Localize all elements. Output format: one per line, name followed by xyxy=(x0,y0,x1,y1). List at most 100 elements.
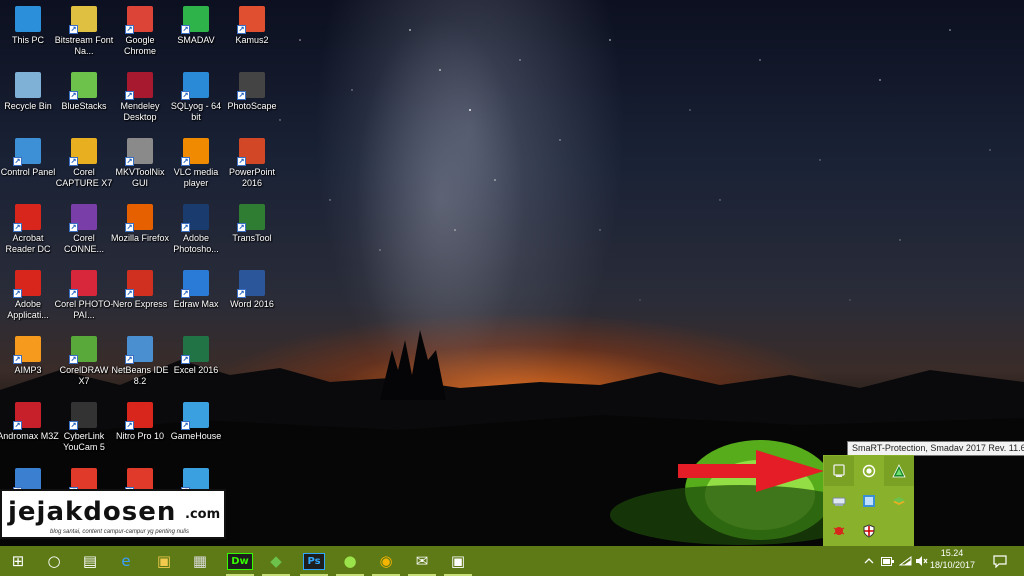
desktop-icon-mkvtoolnix[interactable]: ↗ MKVToolNix GUI xyxy=(112,134,168,196)
desktop-icon-label: CyberLink YouCam 5 xyxy=(63,431,105,452)
desktop-icon-label: NetBeans IDE 8.2 xyxy=(111,365,169,386)
battery-status[interactable] xyxy=(880,553,894,569)
desktop-icon-label: Edraw Max xyxy=(173,299,219,309)
nero-icon: ↗ xyxy=(125,270,153,298)
desktop-icon-label: MKVToolNix GUI xyxy=(115,167,165,188)
desktop-icon-word[interactable]: ↗ Word 2016 xyxy=(224,266,280,328)
mendeley-icon: ↗ xyxy=(125,72,153,100)
shortcut-arrow-icon: ↗ xyxy=(69,355,78,364)
desktop-icon-photoscape[interactable]: ↗ PhotoScape xyxy=(224,68,280,130)
taskbar-mail-button[interactable]: ✉ xyxy=(404,546,440,576)
andromax-icon: ↗ xyxy=(13,402,41,430)
tray-item-shield[interactable] xyxy=(854,516,884,546)
desktop-icon-kamus[interactable]: ↗ Kamus2 xyxy=(224,2,280,64)
taskbar-bluestacks-taskbar-button[interactable]: ◆ xyxy=(258,546,294,576)
desktop-icon-vlc[interactable]: ↗ VLC media player xyxy=(168,134,224,196)
shortcut-arrow-icon: ↗ xyxy=(69,223,78,232)
desktop-icon-firefox[interactable]: ↗ Mozilla Firefox xyxy=(111,200,169,262)
desktop-icon-edraw[interactable]: ↗ Edraw Max xyxy=(168,266,224,328)
desktop-icon-label: PowerPoint 2016 xyxy=(228,167,276,188)
desktop-icon-powerpoint[interactable]: ↗ PowerPoint 2016 xyxy=(224,134,280,196)
shortcut-arrow-icon: ↗ xyxy=(125,25,134,34)
volume-control[interactable] xyxy=(914,553,928,569)
desktop-icon-nitro[interactable]: ↗ Nitro Pro 10 xyxy=(112,398,168,460)
youcam-icon: ↗ xyxy=(69,402,97,430)
taskbar-android-button[interactable]: ● xyxy=(332,546,368,576)
tray-item-smadav[interactable] xyxy=(884,456,914,486)
desktop-icon-photoshop[interactable]: ↗ Adobe Photosho... xyxy=(168,200,224,262)
wifi-status[interactable] xyxy=(898,553,912,569)
desktop-icon-label: Google Chrome xyxy=(123,35,156,56)
desktop-icon-label: Corel CAPTURE X7 xyxy=(55,167,113,188)
windows-app-icon xyxy=(863,495,875,507)
taskbar-clock[interactable]: 15.24 18/10/2017 xyxy=(930,547,976,571)
clock-date: 18/10/2017 xyxy=(930,560,976,570)
desktop-icon-andromax[interactable]: ↗ Andromax M3Z xyxy=(0,398,59,460)
desktop-icon-label: Corel PHOTO-PAI... xyxy=(54,299,114,320)
taskbar-chrome-taskbar-button[interactable]: ◉ xyxy=(368,546,404,576)
desktop-icon-mendeley[interactable]: ↗ Mendeley Desktop xyxy=(112,68,168,130)
tray-item-windows-app[interactable] xyxy=(854,486,884,516)
desktop-icon-label: TransTool xyxy=(232,233,272,243)
kamus-icon: ↗ xyxy=(237,6,265,34)
tray-item-network-drive[interactable] xyxy=(824,486,854,516)
desktop-icon-sqlyog[interactable]: ↗ SQLyog - 64 bit xyxy=(168,68,224,130)
desktop-icon-control-panel[interactable]: ↗ Control Panel xyxy=(0,134,56,196)
desktop-icon-aimp[interactable]: ↗ AIMP3 xyxy=(0,332,56,394)
desktop-icon-bluestacks[interactable]: ↗ BlueStacks xyxy=(56,68,112,130)
smadav-icon: ↗ xyxy=(181,6,209,34)
bluestacks-icon: ↗ xyxy=(69,72,97,100)
desktop-icon-corel-connect[interactable]: ↗ Corel CONNE... xyxy=(56,200,112,262)
taskbar-start-button[interactable]: ⊞ xyxy=(0,546,36,576)
tray-item-tablet-mode[interactable] xyxy=(824,456,854,486)
desktop-icon-gamehouse[interactable]: ↗ GameHouse xyxy=(168,398,224,460)
mail-icon: ✉ xyxy=(415,552,429,570)
desktop-icon-label: Nitro Pro 10 xyxy=(115,431,165,441)
desktop-icon-adobe-application-manager[interactable]: ↗ Adobe Applicati... xyxy=(0,266,56,328)
desktop-icon-label: Nero Express xyxy=(112,299,168,309)
corel-capture-icon: ↗ xyxy=(69,138,97,166)
desktop-icon-this-pc[interactable]: This PC xyxy=(0,2,56,64)
desktop-icon-label: Mendeley Desktop xyxy=(120,101,160,122)
taskbar-edge-button[interactable]: e xyxy=(108,546,144,576)
desktop-icon-label: Corel CONNE... xyxy=(63,233,104,254)
taskbar-cortana-button[interactable]: ○ xyxy=(36,546,72,576)
desktop-icon-bitstream-font[interactable]: ↗ Bitstream Font Na... xyxy=(55,2,113,64)
battery-icon xyxy=(880,556,894,566)
shortcut-arrow-icon: ↗ xyxy=(69,91,78,100)
desktop-icon-corel-photo-paint[interactable]: ↗ Corel PHOTO-PAI... xyxy=(54,266,114,328)
desktop-icon-corel-capture[interactable]: ↗ Corel CAPTURE X7 xyxy=(56,134,112,196)
desktop-icon-recycle-bin[interactable]: Recycle Bin xyxy=(0,68,56,130)
taskbar-store-button[interactable]: ▦ xyxy=(182,546,218,576)
shortcut-arrow-icon: ↗ xyxy=(181,289,190,298)
taskbar-photoshop-taskbar-button[interactable]: Ps xyxy=(296,546,332,576)
desktop-icon-smadav[interactable]: ↗ SMADAV xyxy=(168,2,224,64)
desktop-icon-netbeans[interactable]: ↗ NetBeans IDE 8.2 xyxy=(111,332,169,394)
taskbar-task-view-button[interactable]: ▤ xyxy=(72,546,108,576)
desktop-icon-transtool[interactable]: ↗ TransTool xyxy=(224,200,280,262)
taskbar-dreamweaver-button[interactable]: Dw xyxy=(222,546,258,576)
desktop-icon-chrome[interactable]: ↗ Google Chrome xyxy=(112,2,168,64)
desktop-icon-nero[interactable]: ↗ Nero Express xyxy=(112,266,168,328)
shortcut-arrow-icon: ↗ xyxy=(181,91,190,100)
taskbar-app-taskbar-button[interactable]: ▣ xyxy=(440,546,476,576)
desktop-icon-label: SQLyog - 64 bit xyxy=(170,101,222,122)
edge-icon: e xyxy=(121,552,131,570)
desktop-icon-excel[interactable]: ↗ Excel 2016 xyxy=(168,332,224,394)
desktop-icon-coreldraw[interactable]: ↗ CorelDRAW X7 xyxy=(56,332,112,394)
tray-item-bug[interactable] xyxy=(824,516,854,546)
desktop-icon-label: SMADAV xyxy=(177,35,215,45)
tray-item-record[interactable] xyxy=(854,456,884,486)
shortcut-arrow-icon: ↗ xyxy=(13,157,22,166)
corel-connect-icon: ↗ xyxy=(69,204,97,232)
show-hidden-icons-button[interactable] xyxy=(862,553,876,569)
action-center-button[interactable] xyxy=(992,553,1008,569)
desktop-icon-acrobat-reader[interactable]: ↗ Acrobat Reader DC xyxy=(0,200,56,262)
taskbar-file-explorer-button[interactable]: ▣ xyxy=(146,546,182,576)
desktop-icon-label: Word 2016 xyxy=(230,299,274,309)
desktop-icon-label: Control Panel xyxy=(0,167,56,177)
desktop-icon-youcam[interactable]: ↗ CyberLink YouCam 5 xyxy=(56,398,112,460)
tray-item-bluestacks[interactable] xyxy=(884,486,914,516)
shortcut-arrow-icon: ↗ xyxy=(237,223,246,232)
coreldraw-icon: ↗ xyxy=(69,336,97,364)
